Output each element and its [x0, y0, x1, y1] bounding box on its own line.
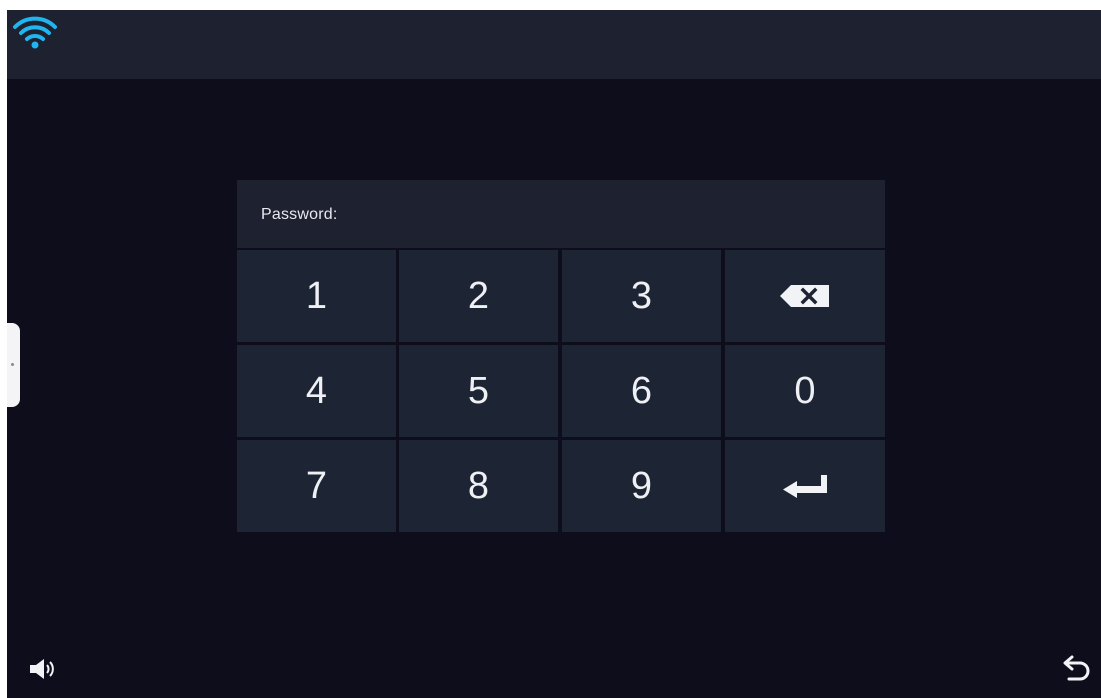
key-9[interactable]: 9: [562, 440, 721, 532]
backspace-button[interactable]: [725, 250, 885, 342]
key-0[interactable]: 0: [725, 345, 885, 437]
enter-button[interactable]: [725, 440, 885, 532]
volume-icon[interactable]: [29, 658, 59, 680]
wifi-icon[interactable]: [11, 13, 59, 51]
device-screen: Password: 1 2 3 4 5 6 0 7 8 9: [7, 10, 1101, 698]
backspace-icon: [780, 285, 829, 307]
side-drawer-handle[interactable]: [7, 323, 20, 407]
key-4[interactable]: 4: [237, 345, 396, 437]
status-bar: [7, 10, 1101, 79]
enter-icon: [783, 475, 827, 498]
password-keypad: Password: 1 2 3 4 5 6 0 7 8 9: [237, 180, 885, 533]
key-5[interactable]: 5: [399, 345, 558, 437]
key-6[interactable]: 6: [562, 345, 721, 437]
key-8[interactable]: 8: [399, 440, 558, 532]
back-icon[interactable]: [1061, 653, 1093, 683]
handle-dot: [11, 363, 14, 366]
key-7[interactable]: 7: [237, 440, 396, 532]
key-2[interactable]: 2: [399, 250, 558, 342]
key-3[interactable]: 3: [562, 250, 721, 342]
password-field[interactable]: Password:: [237, 180, 885, 248]
key-1[interactable]: 1: [237, 250, 396, 342]
password-label: Password:: [261, 206, 338, 223]
